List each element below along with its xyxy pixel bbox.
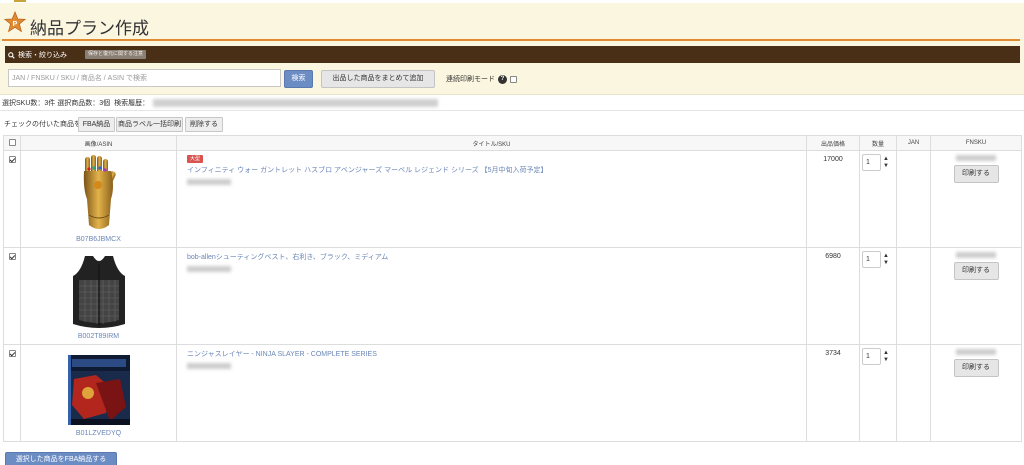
increment-icon[interactable]: ▲: [883, 156, 889, 163]
title-cell: ニンジャスレイヤー - NINJA SLAYER - COMPLETE SERI…: [176, 344, 807, 442]
decrement-icon[interactable]: ▼: [883, 260, 889, 267]
search-section-text: 検索・絞り込み: [18, 52, 67, 59]
title-cell: 大型 インフィニティ ウォー ガントレット ハスブロ アベンジャーズ マーベル …: [176, 150, 807, 248]
print-button[interactable]: 印刷する: [953, 262, 999, 280]
price-cell: 6980: [806, 247, 860, 345]
fnsku-redacted: [956, 252, 996, 258]
select-all-header: [3, 135, 21, 151]
help-icon[interactable]: ?: [498, 74, 507, 84]
jan-cell: [896, 150, 931, 248]
product-image-bluray[interactable]: [66, 349, 132, 429]
table-row: B07B6JBMCX 大型 インフィニティ ウォー ガントレット ハスブロ アベ…: [3, 150, 1022, 248]
search-section-label: 検索・絞り込み: [8, 50, 67, 60]
print-button[interactable]: 印刷する: [953, 165, 999, 183]
quantity-stepper[interactable]: 1 ▲ ▼: [862, 348, 896, 365]
title-cell: bob-allenシューティングベスト、右利き、ブラック、ミディアム: [176, 247, 807, 345]
sku-redacted: [187, 266, 231, 272]
price-cell: 17000: [806, 150, 860, 248]
title-underline: [2, 39, 1020, 41]
fnsku-redacted: [956, 349, 996, 355]
row-checkbox[interactable]: [8, 350, 16, 357]
svg-text:P: P: [13, 21, 18, 28]
search-history-redacted: [153, 99, 439, 107]
items-table: 画像/ASIN タイトル/SKU 出品価格 数量 JAN FNSKU B07B6…: [3, 135, 1022, 442]
row-select-cell: [3, 247, 21, 345]
search-button[interactable]: 検索: [284, 70, 313, 88]
selection-summary: 選択SKU数：3件 選択商品数：3個: [2, 100, 111, 107]
table-row: B002T89IRM bob-allenシューティングベスト、右利き、ブラック、…: [3, 247, 1022, 345]
row-select-cell: [3, 150, 21, 248]
fnsku-redacted: [956, 155, 996, 161]
table-row: B01LZVEDYQ ニンジャスレイヤー - NINJA SLAYER - CO…: [3, 344, 1022, 442]
bulk-action-bar: チェックの付いた商品を FBA納品 商品ラベル一括印刷 削除する: [0, 110, 1024, 134]
search-input[interactable]: [8, 69, 281, 87]
size-tag: 大型: [187, 155, 204, 163]
search-section-bar: 検索・絞り込み 保存と復元に関する注意: [5, 46, 1020, 63]
row-checkbox[interactable]: [8, 253, 16, 260]
quantity-input[interactable]: 1: [862, 154, 881, 171]
quantity-stepper[interactable]: 1 ▲ ▼: [862, 251, 896, 268]
asin-link[interactable]: B002T89IRM: [21, 333, 176, 340]
decrement-icon[interactable]: ▼: [883, 357, 889, 364]
qty-cell: 1 ▲ ▼: [859, 344, 897, 442]
sku-redacted: [187, 363, 231, 369]
table-header-row: 画像/ASIN タイトル/SKU 出品価格 数量 JAN FNSKU: [3, 135, 1022, 151]
product-image-cell: B07B6JBMCX: [20, 150, 177, 248]
quantity-stepper[interactable]: 1 ▲ ▼: [862, 154, 896, 171]
logo-icon: P: [4, 11, 26, 33]
header-price: 出品価格: [806, 135, 860, 151]
product-image-cell: B01LZVEDYQ: [20, 344, 177, 442]
delete-button[interactable]: 削除する: [185, 117, 223, 132]
bulk-label-print-button[interactable]: 商品ラベル一括印刷: [116, 117, 183, 132]
fnsku-cell: 印刷する: [930, 247, 1022, 345]
quantity-input[interactable]: 1: [862, 251, 881, 268]
increment-icon[interactable]: ▲: [883, 350, 889, 357]
increment-icon[interactable]: ▲: [883, 253, 889, 260]
search-history-label: 検索履歴：: [114, 100, 150, 107]
asin-link[interactable]: B01LZVEDYQ: [21, 430, 176, 437]
product-title-link[interactable]: ニンジャスレイヤー - NINJA SLAYER - COMPLETE SERI…: [187, 351, 377, 358]
row-select-cell: [3, 344, 21, 442]
continuous-print-mode: 連続印刷モード ?: [446, 74, 517, 84]
quantity-input[interactable]: 1: [862, 348, 881, 365]
asin-link[interactable]: B07B6JBMCX: [21, 236, 176, 243]
header-fnsku: FNSKU: [930, 135, 1022, 151]
jan-cell: [896, 247, 931, 345]
qty-cell: 1 ▲ ▼: [859, 247, 897, 345]
product-image-gauntlet[interactable]: [77, 155, 121, 235]
product-title-link[interactable]: bob-allenシューティングベスト、右利き、ブラック、ミディアム: [187, 254, 388, 261]
search-icon: [8, 51, 15, 59]
product-title-link[interactable]: インフィニティ ウォー ガントレット ハスブロ アベンジャーズ マーベル レジェ…: [187, 167, 548, 174]
price-cell: 3734: [806, 344, 860, 442]
decrement-icon[interactable]: ▼: [883, 163, 889, 170]
header-qty: 数量: [859, 135, 897, 151]
fba-shipment-button[interactable]: FBA納品: [78, 117, 115, 132]
fnsku-cell: 印刷する: [930, 344, 1022, 442]
row-checkbox[interactable]: [8, 156, 16, 163]
selection-info: 選択SKU数：3件 選択商品数：3個 検索履歴：: [2, 98, 439, 108]
bulk-action-label: チェックの付いた商品を: [4, 121, 81, 128]
header-jan: JAN: [896, 135, 931, 151]
page-title: 納品プラン作成: [30, 19, 149, 38]
top-accent: [14, 0, 26, 2]
jan-cell: [896, 344, 931, 442]
continuous-print-label: 連続印刷モード: [446, 76, 495, 83]
continuous-print-checkbox[interactable]: [510, 75, 517, 83]
header-image: 画像/ASIN: [20, 135, 177, 151]
qty-cell: 1 ▲ ▼: [859, 150, 897, 248]
sku-redacted: [187, 179, 231, 185]
fnsku-cell: 印刷する: [930, 150, 1022, 248]
header-title: タイトル/SKU: [176, 135, 807, 151]
select-all-checkbox[interactable]: [8, 138, 16, 146]
product-image-cell: B002T89IRM: [20, 247, 177, 345]
print-button[interactable]: 印刷する: [953, 359, 999, 377]
bulk-add-listed-button[interactable]: 出品した商品をまとめて追加: [321, 70, 435, 88]
save-restore-note-badge[interactable]: 保存と復元に関する注意: [85, 50, 147, 59]
submit-fba-shipment-button[interactable]: 選択した商品をFBA納品する: [5, 452, 117, 465]
product-image-vest[interactable]: [69, 252, 129, 332]
page-header: P 納品プラン作成 検索・絞り込み 保存と復元に関する注意 検索 出品した商品を…: [0, 3, 1024, 95]
